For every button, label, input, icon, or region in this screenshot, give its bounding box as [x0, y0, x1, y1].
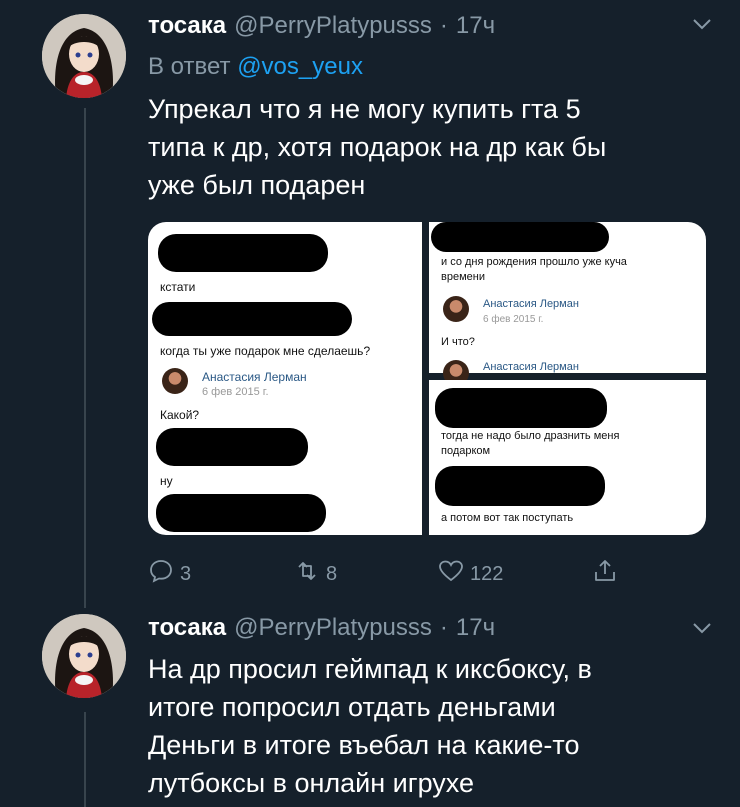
- reply-count: 3: [180, 562, 192, 585]
- sender-avatar: [162, 368, 188, 394]
- user-handle[interactable]: @PerryPlatypusss: [234, 12, 432, 40]
- chat-screenshot-left[interactable]: кстати когда ты уже подарок мне сделаешь…: [148, 222, 422, 535]
- sender-name: Анастасия Лерман: [483, 361, 579, 373]
- share-button[interactable]: [592, 558, 618, 590]
- tweet-header: тосака @PerryPlatypusss · 17ч: [148, 614, 495, 642]
- redaction: [156, 494, 326, 532]
- retweet-button[interactable]: 8: [294, 558, 337, 590]
- like-count: 122: [470, 562, 504, 585]
- retweet-icon: [294, 558, 320, 590]
- redaction: [435, 388, 607, 428]
- redaction: [158, 234, 328, 272]
- redaction: [152, 302, 352, 336]
- chat-message: тогда не надо было дразнить меня: [441, 430, 620, 442]
- chat-screenshot-bottom-right[interactable]: тогда не надо было дразнить меня подарко…: [429, 380, 706, 535]
- display-name[interactable]: тосака: [148, 12, 226, 40]
- timestamp[interactable]: 17ч: [456, 12, 495, 40]
- display-name[interactable]: тосака: [148, 614, 226, 642]
- thread-line: [84, 108, 86, 608]
- sender-name: Анастасия Лерман: [483, 298, 579, 310]
- chat-message: ну: [160, 474, 173, 488]
- chevron-down-icon[interactable]: [692, 14, 712, 37]
- user-handle[interactable]: @PerryPlatypusss: [234, 614, 432, 642]
- anime-avatar-image: [42, 14, 126, 98]
- like-button[interactable]: 122: [438, 558, 503, 590]
- avatar[interactable]: [42, 14, 126, 98]
- timestamp[interactable]: 17ч: [456, 614, 495, 642]
- tweet-text-line: итоге попросил отдать деньгами: [148, 692, 556, 722]
- tweet-media[interactable]: кстати когда ты уже подарок мне сделаешь…: [148, 222, 706, 535]
- chat-message: и со дня рождения прошло уже куча: [441, 256, 627, 268]
- reply-context: В ответ @vos_yeux: [148, 53, 363, 81]
- chevron-down-icon[interactable]: [692, 618, 712, 641]
- tweet-text-line: уже был подарен: [148, 170, 366, 200]
- redaction: [156, 428, 308, 466]
- tweet-text-line: Упрекал что я не могу купить гта 5: [148, 94, 581, 124]
- chat-message: времени: [441, 271, 485, 283]
- chat-message: Какой?: [160, 408, 200, 422]
- avatar[interactable]: [42, 614, 126, 698]
- tweet-actions: 3 8 122: [148, 558, 618, 588]
- reply-button[interactable]: 3: [148, 558, 191, 590]
- comment-icon: [148, 558, 174, 590]
- message-date: 6 фев 2015 г.: [202, 386, 269, 398]
- tweet-text: На др просил геймпад к иксбоксу, в итоге…: [148, 650, 592, 802]
- reply-prefix: В ответ: [148, 53, 231, 80]
- message-date: 6 фев 2015 г.: [483, 314, 544, 325]
- share-icon: [592, 558, 618, 590]
- thread-line-continuation: [84, 712, 86, 807]
- reply-to-mention[interactable]: @vos_yeux: [237, 53, 363, 80]
- retweet-count: 8: [326, 562, 338, 585]
- tweet-header: тосака @PerryPlatypusss · 17ч: [148, 12, 495, 40]
- redaction: [431, 222, 609, 252]
- chat-screenshot-top-right[interactable]: и со дня рождения прошло уже куча времен…: [429, 222, 706, 386]
- tweet-text-line: типа к др, хотя подарок на др как бы: [148, 132, 607, 162]
- separator-dot: ·: [439, 614, 448, 641]
- separator-dot: ·: [439, 12, 448, 39]
- chat-message: а потом вот так поступать: [441, 512, 574, 524]
- chat-message: подарком: [441, 445, 491, 457]
- chat-message: И что?: [441, 336, 475, 348]
- heart-icon: [438, 558, 464, 590]
- tweet-text: Упрекал что я не могу купить гта 5 типа …: [148, 90, 606, 204]
- sender-avatar: [443, 296, 469, 322]
- redaction: [435, 466, 605, 506]
- tweet-text-line: лутбоксы в онлайн игрухе: [148, 768, 475, 798]
- chat-message: когда ты уже подарок мне сделаешь?: [160, 344, 371, 358]
- anime-avatar-image: [42, 614, 126, 698]
- chat-message: кстати: [160, 280, 196, 294]
- tweet-text-line: На др просил геймпад к иксбоксу, в: [148, 654, 592, 684]
- sender-name: Анастасия Лерман: [202, 370, 307, 384]
- tweet-text-line: Деньги в итоге въебал на какие-то: [148, 730, 580, 760]
